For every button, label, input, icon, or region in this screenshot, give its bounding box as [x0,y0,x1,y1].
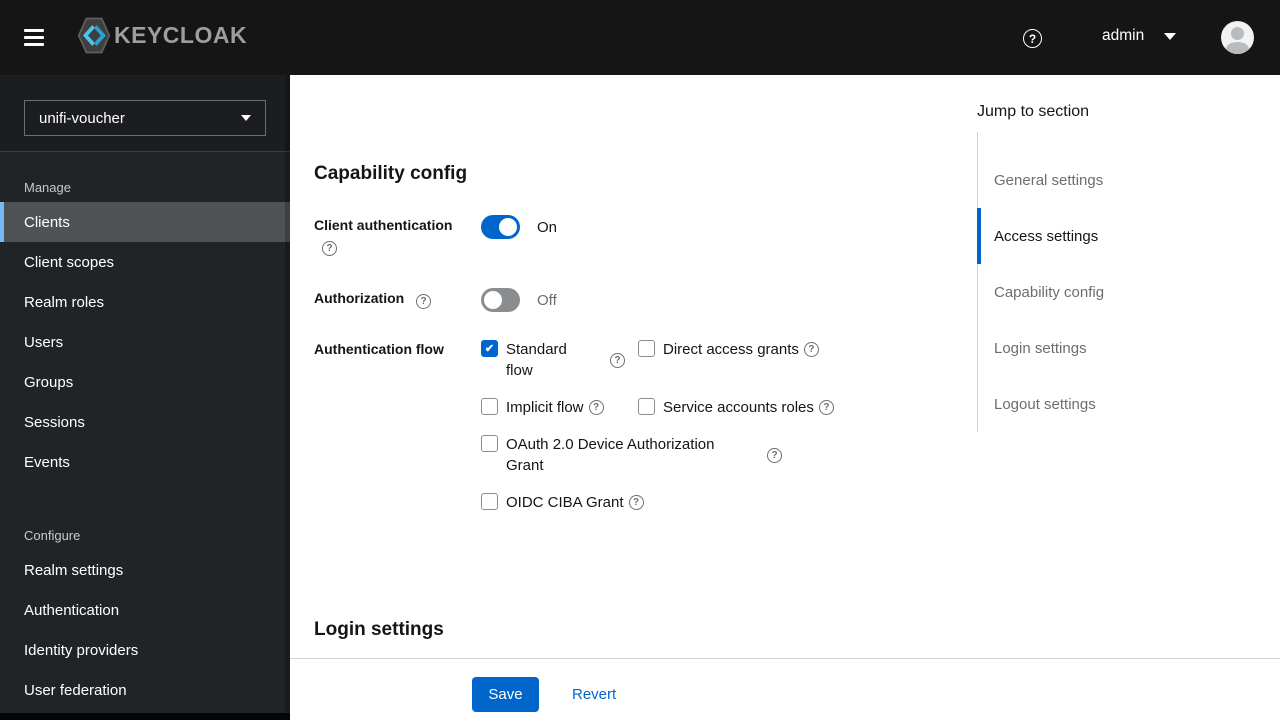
checkbox-label[interactable]: OIDC CIBA Grant [506,492,624,513]
sidebar-item-clients[interactable]: Clients [0,202,290,242]
question-circle-icon[interactable]: ? [767,447,782,463]
nav-section-label: Manage [24,180,71,195]
jump-item-capability-config[interactable]: Capability config [978,264,1267,320]
checkbox-direct-access-grants[interactable] [638,340,655,357]
authentication-flow-label: Authentication flow [314,341,444,357]
hamburger-icon [24,35,44,40]
sidebar-item-groups[interactable]: Groups [0,362,290,402]
avatar[interactable] [1221,21,1254,54]
user-avatar-icon [1231,27,1244,40]
client-authentication-state: On [537,218,558,236]
user-avatar-icon [1226,42,1249,54]
jump-to-section-title: Jump to section [977,103,1090,120]
checkbox-checked-standard-flow[interactable]: ✔ [481,340,498,357]
auth-flow-option-direct-access-grants: Direct access grants? [638,339,834,381]
client-authentication-control: On [481,215,557,239]
sidebar: unifi-voucher Manage Clients Client scopes… [0,75,290,720]
jump-item-access-settings[interactable]: Access settings [977,208,1267,264]
sidebar-bottom-strip [0,713,290,720]
auth-flow-option-implicit-flow: Implicit flow? [481,397,638,418]
client-authentication-toggle[interactable] [481,215,520,239]
login-settings-title: Login settings [314,619,444,640]
sidebar-item-events[interactable]: Events [0,442,290,482]
sidebar-item-identity-providers[interactable]: Identity providers [0,630,290,670]
capability-config-title: Capability config [314,163,468,184]
authentication-flow-row: Authentication flow ✔ Standard flow? Direc… [314,339,834,513]
nav-section-manage: Manage Clients Client scopes Realm roles Use… [0,174,290,482]
sidebar-item-realm-settings[interactable]: Realm settings [0,550,290,590]
sidebar-item-authentication[interactable]: Authentication [0,590,290,630]
main-content: Capability config Client authentication … [290,75,1280,720]
caret-down-icon [1164,32,1177,40]
question-circle-icon[interactable]: ? [322,241,337,257]
realm-selector-area: unifi-voucher [0,75,290,152]
client-authentication-label: Client authentication ? [314,215,466,257]
authorization-row: Authorization ? Off [314,288,557,312]
checkbox-oauth-2-0-device-authorization-grant[interactable] [481,435,498,452]
checkbox-implicit-flow[interactable] [481,398,498,415]
sidebar-item-users[interactable]: Users [0,322,290,362]
revert-button[interactable]: Revert [572,686,616,703]
nav-section-configure: Configure Realm settings Authentication Ide… [0,522,290,710]
checkbox-label[interactable]: OAuth 2.0 Device Authorization Grant [506,434,741,476]
jump-to-section-panel: Jump to section General settings Access s… [977,103,1267,432]
question-circle-icon[interactable]: ? [628,495,644,510]
question-circle-icon[interactable]: ? [818,400,834,415]
auth-flow-option-oauth-2-0-device-authorization-grant: OAuth 2.0 Device Authorization Grant? [481,434,834,476]
question-circle-icon[interactable]: ? [803,342,819,357]
hamburger-menu-button[interactable] [24,29,44,46]
toggle-knob [484,291,502,309]
brand-text: KEYCLOAK [114,22,248,48]
toggle-knob [499,218,517,236]
sidebar-nav: Manage Clients Client scopes Realm roles Use… [0,152,290,710]
question-circle-icon[interactable]: ? [610,352,625,368]
user-name: admin [1102,27,1145,44]
jump-item-logout-settings[interactable]: Logout settings [978,376,1267,432]
authentication-flow-options: ✔ Standard flow? Direct access grants? Impl… [481,339,834,513]
nav-section-label: Configure [24,528,81,543]
keycloak-logo[interactable]: KEYCLOAK [77,15,247,56]
question-circle-icon[interactable]: ? [416,294,432,310]
authorization-control: Off [481,288,557,312]
keycloak-hexagon-icon [77,17,111,54]
checkbox-oidc-ciba-grant[interactable] [481,493,498,510]
auth-flow-option-standard-flow: ✔ Standard flow? [481,339,638,381]
jump-item-general-settings[interactable]: General settings [978,152,1267,208]
hamburger-icon [24,29,44,33]
realm-name: unifi-voucher [39,109,125,127]
jump-item-login-settings[interactable]: Login settings [978,320,1267,376]
top-bar: KEYCLOAK ? admin [0,0,1280,75]
sidebar-item-user-federation[interactable]: User federation [0,670,290,710]
sidebar-item-realm-roles[interactable]: Realm roles [0,282,290,322]
help-button[interactable]: ? [1023,29,1042,48]
auth-flow-option-oidc-ciba-grant: OIDC CIBA Grant? [481,492,834,513]
authorization-toggle[interactable] [481,288,520,312]
client-authentication-row: Client authentication ? On [314,215,557,257]
checkbox-label[interactable]: Service accounts roles [663,397,814,418]
hamburger-icon [24,42,44,46]
question-circle-icon: ? [1028,31,1037,46]
question-circle-icon[interactable]: ? [588,400,604,415]
sidebar-item-sessions[interactable]: Sessions [0,402,290,442]
sidebar-item-client-scopes[interactable]: Client scopes [0,242,290,282]
user-menu[interactable]: admin [1102,27,1177,45]
save-button[interactable]: Save [472,677,539,712]
jump-to-section-list: General settings Access settings Capabilit… [977,132,1267,432]
realm-selector[interactable]: unifi-voucher [24,100,266,136]
authorization-state: Off [537,291,557,309]
caret-down-icon [241,115,251,121]
checkbox-label[interactable]: Standard flow [506,339,578,381]
checkbox-service-accounts-roles[interactable] [638,398,655,415]
checkbox-label[interactable]: Implicit flow [506,397,584,418]
form-action-bar: Save Revert [290,658,1280,720]
checkbox-label[interactable]: Direct access grants [663,339,799,360]
authorization-label: Authorization ? [314,288,466,310]
auth-flow-option-service-accounts-roles: Service accounts roles? [638,397,834,418]
